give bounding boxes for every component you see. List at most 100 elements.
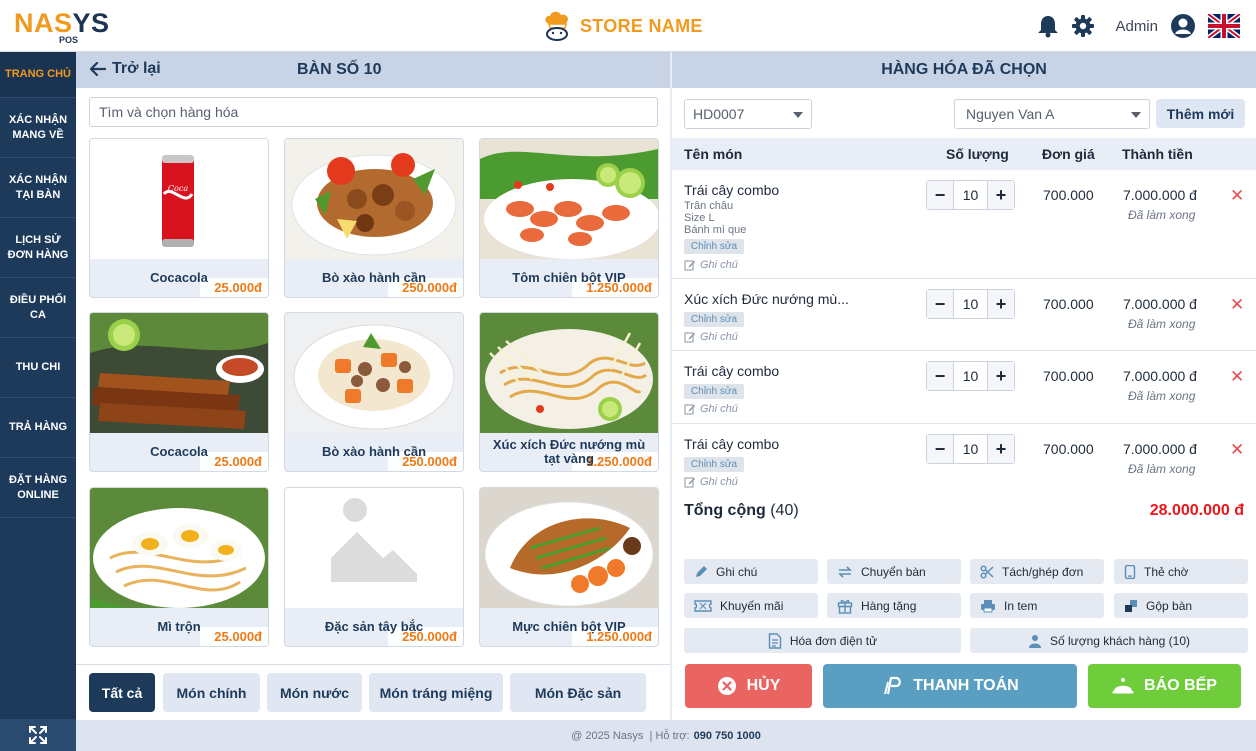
category-main[interactable]: Món chính [163, 673, 260, 712]
product-card[interactable]: 1.250.000đ Mực chiên bột VIP [479, 487, 659, 647]
remove-item-icon[interactable]: ✕ [1230, 186, 1244, 206]
sidebar-item-returns[interactable]: TRẢ HÀNG [0, 398, 76, 458]
sidebar-item-takeaway-confirm[interactable]: XÁC NHẬN MANG VỀ [0, 98, 76, 158]
unit-price: 700.000 [1043, 368, 1094, 384]
sidebar-item-cashflow[interactable]: THU CHI [0, 338, 76, 398]
edit-item-button[interactable]: Chỉnh sửa [684, 239, 744, 254]
product-card[interactable]: 25.000đ Mì trộn [89, 487, 269, 647]
increase-qty-button[interactable]: + [988, 435, 1014, 463]
order-item-option: Bánh mì que [684, 224, 747, 236]
quantity-value[interactable]: 10 [953, 290, 988, 318]
decrease-qty-button[interactable]: − [927, 181, 953, 209]
summary-total: 28.000.000 đ [1149, 502, 1244, 519]
unit-price: 700.000 [1043, 441, 1094, 457]
order-item-name: Trái cây combo [684, 363, 780, 379]
store-name: STORE NAME [580, 15, 703, 36]
remove-item-icon[interactable]: ✕ [1230, 367, 1244, 387]
line-total: 7.000.000 đ [1123, 187, 1197, 203]
order-row: Trái cây combo Trân châu Size L Bánh mì … [672, 170, 1256, 279]
merge-table-button[interactable]: Gộp bàn [1114, 593, 1248, 618]
nasys-logo[interactable]: NASYS POS [14, 8, 124, 46]
product-image [90, 488, 268, 608]
logo-sub: POS [59, 35, 79, 45]
uk-flag-icon[interactable] [1208, 14, 1240, 38]
note-action-button[interactable]: Ghi chú [684, 559, 818, 584]
item-note-button[interactable]: Ghi chú [684, 259, 738, 271]
quantity-value[interactable]: 10 [953, 181, 988, 209]
sidebar-item-order-history[interactable]: LỊCH SỬ ĐƠN HÀNG [0, 218, 76, 278]
product-card[interactable]: 1.250.000đ Tôm chiên bột VIP [479, 138, 659, 298]
product-name: Bò xào hành cần [321, 270, 427, 285]
printer-icon [981, 599, 995, 612]
increase-qty-button[interactable]: + [988, 362, 1014, 390]
bell-icon[interactable] [1037, 14, 1059, 38]
send-to-kitchen-button[interactable]: BÁO BẾP [1088, 664, 1241, 708]
product-name: Cocacola [150, 444, 208, 459]
product-card[interactable]: 250.000đ Đặc sản tây bắc [284, 487, 464, 647]
product-card[interactable]: 1.250.000đ Xúc xích Đức nướng mù tạt vàn… [479, 312, 659, 472]
product-image [285, 488, 463, 608]
category-specialty[interactable]: Món Đặc sản [510, 673, 646, 712]
summary-count: (40) [770, 502, 799, 519]
logo-text-s: S [54, 8, 73, 38]
footer-support-label: | Hỗ trợ: [649, 729, 690, 742]
back-button[interactable]: Trở lại [90, 60, 161, 78]
decrease-qty-button[interactable]: − [927, 362, 953, 390]
category-soup[interactable]: Món nước [267, 673, 362, 712]
sidebar-item-home[interactable]: TRANG CHỦ [0, 52, 76, 98]
split-merge-order-button[interactable]: Tách/ghép đơn [970, 559, 1104, 584]
item-note-button[interactable]: Ghi chú [684, 403, 738, 415]
product-image: Coca [90, 139, 268, 259]
payment-button[interactable]: THANH TOÁN [823, 664, 1077, 708]
gear-icon[interactable] [1071, 14, 1095, 38]
increase-qty-button[interactable]: + [988, 290, 1014, 318]
order-item-name: Trái cây combo [684, 436, 780, 452]
admin-username[interactable]: Admin [1115, 18, 1158, 35]
store-brand: STORE NAME [540, 10, 703, 42]
edit-note-icon [684, 332, 695, 343]
move-table-button[interactable]: Chuyển bàn [827, 559, 961, 584]
wait-card-button[interactable]: Thẻ chờ [1114, 559, 1248, 584]
sidebar-item-shift[interactable]: ĐIỀU PHỐI CA [0, 278, 76, 338]
category-all[interactable]: Tất cả [89, 673, 155, 712]
quantity-value[interactable]: 10 [953, 362, 988, 390]
customer-select[interactable]: Nguyen Van A [954, 99, 1150, 129]
sidebar-item-table-confirm[interactable]: XÁC NHẬN TẠI BÀN [0, 158, 76, 218]
gift-item-button[interactable]: Hàng tặng [827, 593, 961, 618]
item-note-button[interactable]: Ghi chú [684, 331, 738, 343]
merge-squares-icon [1125, 599, 1137, 612]
product-card[interactable]: Coca 25.000đ Cocacola [89, 138, 269, 298]
product-card[interactable]: 250.000đ Bò xào hành cần [284, 312, 464, 472]
edit-item-button[interactable]: Chỉnh sửa [684, 457, 744, 472]
promotion-button[interactable]: Khuyến mãi [684, 593, 818, 618]
print-label-button[interactable]: In tem [970, 593, 1104, 618]
top-header: NASYS POS STORE NAME Admin [0, 0, 1256, 52]
product-card[interactable]: 25.000đ Cocacola [89, 312, 269, 472]
image-placeholder-icon [285, 488, 463, 608]
product-search-input[interactable] [89, 97, 658, 127]
remove-item-icon[interactable]: ✕ [1230, 295, 1244, 315]
e-invoice-button[interactable]: Hóa đơn điện tử [684, 628, 961, 653]
order-id-select[interactable]: HD0007 [684, 99, 812, 129]
quantity-value[interactable]: 10 [953, 435, 988, 463]
guest-count-button[interactable]: Số lượng khách hàng (10) [970, 628, 1248, 653]
item-note-button[interactable]: Ghi chú [684, 476, 738, 488]
sidebar-item-online-order[interactable]: ĐẶT HÀNG ONLINE [0, 458, 76, 518]
swap-icon [838, 565, 852, 578]
edit-item-button[interactable]: Chỉnh sửa [684, 384, 744, 399]
fullscreen-button[interactable] [0, 719, 76, 751]
edit-item-button[interactable]: Chỉnh sửa [684, 312, 744, 327]
close-circle-icon [717, 677, 736, 695]
decrease-qty-button[interactable]: − [927, 435, 953, 463]
user-avatar-icon[interactable] [1170, 13, 1196, 39]
footer-support-phone[interactable]: 090 750 1000 [694, 730, 761, 742]
product-image [90, 313, 268, 433]
category-dessert[interactable]: Món tráng miệng [369, 673, 503, 712]
remove-item-icon[interactable]: ✕ [1230, 440, 1244, 460]
product-name: Tôm chiên bột VIP [512, 270, 626, 285]
cancel-button[interactable]: HỦY [685, 664, 812, 708]
add-new-button[interactable]: Thêm mới [1156, 99, 1245, 128]
product-card[interactable]: 250.000đ Bò xào hành cần [284, 138, 464, 298]
decrease-qty-button[interactable]: − [927, 290, 953, 318]
increase-qty-button[interactable]: + [988, 181, 1014, 209]
